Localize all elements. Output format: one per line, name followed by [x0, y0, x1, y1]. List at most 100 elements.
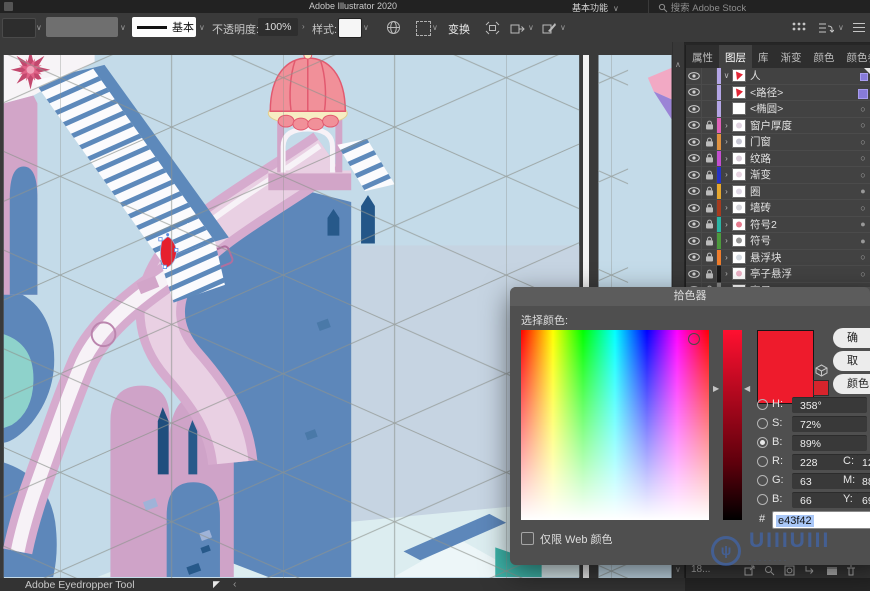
layer-thumbnail[interactable] — [732, 135, 746, 148]
eye-icon[interactable] — [688, 220, 700, 228]
m-field[interactable]: 88 — [857, 473, 870, 489]
layer-row[interactable]: ›窗户厚度○ — [686, 118, 870, 135]
align-icon[interactable] — [485, 21, 500, 35]
layer-row[interactable]: ›纹路○ — [686, 151, 870, 168]
eye-icon[interactable] — [688, 187, 700, 195]
layer-name[interactable]: 墙砖 — [750, 200, 855, 215]
lock-icon[interactable] — [705, 153, 714, 163]
layer-name[interactable]: 渐变 — [750, 167, 855, 182]
expand-chevron-icon[interactable]: › — [721, 137, 732, 146]
layer-name[interactable]: 符号2 — [750, 217, 855, 232]
layer-row[interactable]: <椭圆>○ — [686, 101, 870, 118]
visibility-cell[interactable] — [686, 68, 702, 84]
eye-icon[interactable] — [688, 138, 700, 146]
layer-thumbnail[interactable] — [732, 201, 746, 214]
visibility-cell[interactable] — [686, 167, 702, 183]
lock-cell[interactable] — [702, 233, 717, 249]
paragraph-style-icon[interactable] — [818, 21, 834, 35]
tab-properties[interactable]: 属性 — [686, 45, 719, 68]
layer-name[interactable]: 悬浮块 — [750, 250, 855, 265]
lock-icon[interactable] — [705, 203, 714, 213]
layer-thumbnail[interactable] — [732, 69, 746, 82]
expand-chevron-icon[interactable]: › — [721, 220, 732, 229]
layer-name[interactable]: <路径> — [750, 85, 855, 100]
layer-row[interactable]: ›圈● — [686, 184, 870, 201]
stroke-style-dropdown[interactable]: 基本 — [132, 17, 196, 37]
g-field[interactable]: 63 — [792, 473, 867, 489]
layer-name[interactable]: <椭圆> — [750, 101, 855, 116]
chevron-right-icon[interactable]: › — [302, 22, 305, 31]
layer-thumbnail[interactable] — [732, 185, 746, 198]
transform-button[interactable]: 变换 — [448, 21, 470, 37]
visibility-cell[interactable] — [686, 85, 702, 101]
layer-target-icon[interactable]: ○ — [855, 252, 870, 262]
expand-chevron-icon[interactable]: › — [721, 121, 732, 130]
layer-thumbnail[interactable] — [732, 152, 746, 165]
brightness-slider[interactable] — [723, 330, 742, 520]
layer-target-icon[interactable]: ○ — [855, 203, 870, 213]
eye-icon[interactable] — [688, 253, 700, 261]
lock-cell[interactable] — [702, 118, 717, 134]
expand-chevron-icon[interactable]: › — [721, 187, 732, 196]
lock-icon[interactable] — [705, 252, 714, 262]
lock-cell[interactable] — [702, 151, 717, 167]
lock-icon[interactable] — [705, 170, 714, 180]
eye-icon[interactable] — [688, 88, 700, 96]
lock-cell[interactable] — [702, 200, 717, 216]
document-setup-globe-icon[interactable] — [386, 20, 401, 35]
cancel-button[interactable]: 取 — [833, 351, 870, 371]
layer-thumbnail[interactable] — [732, 119, 746, 132]
expand-chevron-icon[interactable]: › — [721, 170, 732, 179]
layer-target-icon[interactable]: ● — [855, 236, 870, 246]
color-field-marker[interactable] — [688, 333, 700, 345]
layer-target-icon[interactable]: ● — [855, 219, 870, 229]
layer-name[interactable]: 纹路 — [750, 151, 855, 166]
y-field[interactable]: 69 — [857, 492, 870, 508]
shape-modes-icon[interactable] — [510, 21, 525, 35]
b-field[interactable]: 89% — [792, 435, 867, 451]
layer-name[interactable]: 门窗 — [750, 134, 855, 149]
slider-arrow-right-icon[interactable]: ◀ — [744, 384, 750, 393]
dots-grid-icon[interactable] — [792, 22, 806, 34]
layer-name[interactable]: 符号 — [750, 233, 855, 248]
visibility-cell[interactable] — [686, 151, 702, 167]
s-field[interactable]: 72% — [792, 416, 867, 432]
tab-layers[interactable]: 图层 — [719, 45, 752, 68]
layer-name[interactable]: 圈 — [750, 184, 855, 199]
swatch-dropdown[interactable] — [46, 17, 118, 37]
visibility-cell[interactable] — [686, 233, 702, 249]
r-field[interactable]: 228 — [792, 454, 867, 470]
expand-chevron-icon[interactable]: › — [721, 154, 732, 163]
eye-icon[interactable] — [688, 72, 700, 80]
visibility-cell[interactable] — [686, 118, 702, 134]
radio-g[interactable] — [757, 475, 768, 486]
layer-thumbnail[interactable] — [732, 168, 746, 181]
eye-icon[interactable] — [688, 204, 700, 212]
visibility-cell[interactable] — [686, 200, 702, 216]
layer-target-icon[interactable]: ○ — [855, 170, 870, 180]
b2-field[interactable]: 66 — [792, 492, 867, 508]
c-field[interactable]: 12 — [857, 454, 870, 470]
lock-cell[interactable] — [702, 85, 717, 101]
eye-icon[interactable] — [688, 105, 700, 113]
layer-row[interactable]: ›悬浮块○ — [686, 250, 870, 267]
out-of-web-gamut-cube-icon[interactable] — [815, 364, 828, 377]
layer-target-icon[interactable]: ○ — [855, 104, 870, 114]
layer-thumbnail[interactable] — [732, 102, 746, 115]
eye-icon[interactable] — [688, 121, 700, 129]
ok-button[interactable]: 确 — [833, 328, 870, 348]
hex-field[interactable]: e43f42 — [772, 511, 870, 529]
eye-icon[interactable] — [688, 237, 700, 245]
stock-search[interactable]: 搜索 Adobe Stock — [658, 0, 746, 14]
radio-b[interactable] — [757, 437, 768, 448]
layer-target-icon[interactable]: ○ — [855, 269, 870, 279]
layer-name[interactable]: 人 — [750, 68, 855, 83]
lock-icon[interactable] — [705, 186, 714, 196]
expand-chevron-icon[interactable]: ∨ — [721, 71, 732, 80]
dialog-title[interactable]: 拾色器 — [510, 287, 870, 306]
tab-gradient[interactable]: 渐变 — [775, 45, 808, 68]
slider-arrow-left-icon[interactable]: ▶ — [713, 384, 719, 393]
layer-row[interactable]: <路径>◎ — [686, 85, 870, 102]
lock-cell[interactable] — [702, 250, 717, 266]
lock-cell[interactable] — [702, 101, 717, 117]
